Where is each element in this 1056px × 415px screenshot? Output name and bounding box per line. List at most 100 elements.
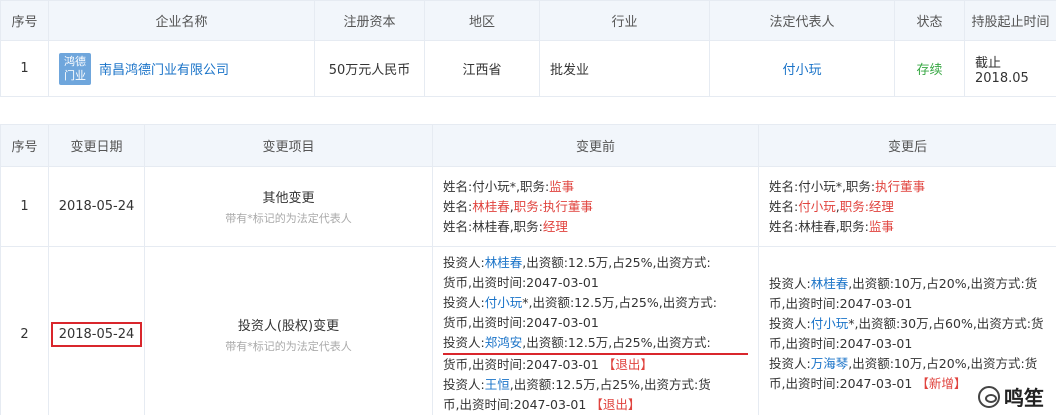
- detail-text: 姓名:付小玩*,职务:: [769, 178, 876, 194]
- highlight-text: 监事: [868, 218, 894, 234]
- investor-link[interactable]: 王恒: [485, 377, 510, 392]
- legal-rep-note: 带有*标记的为法定代表人: [225, 212, 352, 225]
- detail-text: 货币,出资时间:2047-03-01: [443, 357, 603, 372]
- detail-line: 姓名:林桂春,职务:执行董事: [443, 197, 748, 217]
- table-row: 2 2018-05-24 投资人(股权)变更 带有*标记的为法定代表人 投资人:…: [0, 246, 1056, 415]
- change-table: 序号 变更日期 变更项目 变更前 变更后 1 2018-05-24 其他变更 带…: [0, 124, 1056, 415]
- detail-text: 姓名:: [443, 198, 473, 214]
- region-value: 江西省: [424, 40, 540, 97]
- detail-text: *,出资额:12.5万,占25%,出资方式:: [522, 295, 717, 310]
- highlight-text: 职务:执行董事: [513, 198, 593, 214]
- detail-text: 付小玩*: [472, 178, 516, 194]
- detail-line: 姓名:付小玩*,职务:监事: [443, 177, 748, 197]
- detail-text: 货币,出资时间:2047-03-01: [443, 315, 599, 330]
- investor-link[interactable]: 万海琴: [811, 356, 849, 371]
- watermark: 鸣笙: [974, 382, 1048, 411]
- detail-text: 姓名:林桂春,职务:: [443, 218, 543, 234]
- detail-line: 投资人:林桂春,出资额:12.5万,占25%,出资方式:: [443, 253, 748, 273]
- after-detail: 姓名:付小玩*,职务:执行董事 姓名:付小玩,职务:经理 姓名:林桂春,职务:监事: [758, 166, 1056, 247]
- detail-text: 投资人:: [443, 377, 485, 392]
- detail-text: 币,出资时间:2047-03-01: [769, 296, 913, 311]
- detail-text: *,出资额:30万,占60%,出资方式:货: [848, 316, 1044, 331]
- col-change-date: 变更日期: [48, 124, 145, 167]
- watermark-text: 鸣笙: [1004, 386, 1044, 410]
- col-index: 序号: [0, 0, 49, 41]
- change-date-highlight: 2018-05-24: [50, 321, 143, 347]
- detail-line: 投资人:付小玩*,出资额:30万,占60%,出资方式:货: [769, 314, 1046, 334]
- detail-text: 姓名:: [769, 198, 799, 214]
- detail-line: 姓名:付小玩*,职务:执行董事: [769, 177, 1046, 197]
- row-index: 1: [0, 40, 49, 97]
- detail-text: ,职务:: [515, 178, 550, 194]
- company-table: 序号 企业名称 注册资本 地区 行业 法定代表人 状态 持股起止时间 1 鸿德门…: [0, 0, 1056, 97]
- detail-text: 投资人:: [443, 295, 485, 310]
- detail-text: ,出资额:12.5万,占25%,出资方式:: [522, 255, 711, 270]
- detail-line: 投资人:万海琴,出资额:10万,占20%,出资方式:货: [769, 354, 1046, 374]
- highlight-text: 职务:经理: [839, 198, 894, 214]
- highlight-text: 【退出】: [602, 357, 653, 372]
- investor-link[interactable]: 郑鸿安: [485, 335, 523, 350]
- detail-line: 币,出资时间:2047-03-01: [769, 334, 1046, 354]
- change-table-header: 序号 变更日期 变更项目 变更前 变更后: [0, 124, 1056, 167]
- detail-text: 货币,出资时间:2047-03-01: [443, 275, 599, 290]
- detail-text: 投资人:: [769, 356, 811, 371]
- investor-link[interactable]: 林桂春: [485, 255, 523, 270]
- change-date-cell: 2018-05-24: [48, 246, 145, 415]
- detail-line: 货币,出资时间:2047-03-01 【退出】: [443, 355, 748, 375]
- col-index: 序号: [0, 124, 49, 167]
- company-logo: 鸿德门业: [59, 52, 91, 85]
- company-table-header: 序号 企业名称 注册资本 地区 行业 法定代表人 状态 持股起止时间: [0, 0, 1056, 41]
- detail-line: 币,出资时间:2047-03-01 【退出】: [443, 395, 748, 415]
- col-before: 变更前: [432, 124, 759, 167]
- highlight-text: 执行董事: [875, 178, 926, 194]
- investor-link[interactable]: 付小玩: [485, 295, 523, 310]
- detail-line: 姓名:林桂春,职务:监事: [769, 217, 1046, 237]
- col-company-name: 企业名称: [48, 0, 315, 41]
- col-region: 地区: [424, 0, 540, 41]
- detail-line: 投资人:付小玩*,出资额:12.5万,占25%,出资方式:: [443, 293, 748, 313]
- col-industry: 行业: [539, 0, 710, 41]
- period-value: 截止 2018.05: [964, 40, 1056, 97]
- legal-rep-note: 带有*标记的为法定代表人: [225, 339, 352, 353]
- row-index: 2: [0, 246, 49, 415]
- detail-text: 币,出资时间:2047-03-01: [769, 376, 917, 391]
- detail-text: 币,出资时间:2047-03-01: [443, 397, 591, 412]
- table-row: 1 鸿德门业 南昌鸿德门业有限公司 50万元人民币 江西省 批发业 付小玩 存续 …: [0, 40, 1056, 97]
- legal-rep-link[interactable]: 付小玩: [709, 40, 895, 97]
- industry-value: 批发业: [539, 40, 710, 97]
- col-change-item: 变更项目: [144, 124, 433, 167]
- detail-text: ,出资额:10万,占20%,出资方式:货: [848, 356, 1038, 371]
- detail-text: ,出资额:10万,占20%,出资方式:货: [848, 276, 1038, 291]
- investor-link[interactable]: 付小玩: [811, 316, 849, 331]
- investor-link[interactable]: 林桂春: [811, 276, 849, 291]
- change-item-cell: 投资人(股权)变更 带有*标记的为法定代表人: [144, 246, 433, 415]
- detail-text: 姓名:: [443, 178, 473, 194]
- col-legal-rep: 法定代表人: [709, 0, 895, 41]
- detail-line: 投资人:林桂春,出资额:10万,占20%,出资方式:货: [769, 274, 1046, 294]
- detail-text: 投资人:: [443, 255, 485, 270]
- detail-text: 投资人:: [769, 276, 811, 291]
- change-date: 2018-05-24: [48, 166, 145, 247]
- col-after: 变更后: [758, 124, 1056, 167]
- col-period: 持股起止时间: [964, 0, 1056, 41]
- change-item: 投资人(股权)变更: [237, 318, 340, 334]
- table-row: 1 2018-05-24 其他变更 带有*标记的为法定代表人 姓名:付小玩*,职…: [0, 166, 1056, 247]
- highlight-text: 【退出】: [590, 397, 641, 412]
- detail-line: 投资人:郑鸿安,出资额:12.5万,占25%,出资方式:: [443, 333, 748, 355]
- detail-text: 投资人:: [769, 316, 811, 331]
- row-index: 1: [0, 166, 49, 247]
- detail-text: 投资人:: [443, 335, 485, 350]
- highlight-text: 【新增】: [916, 376, 967, 391]
- status-badge: 存续: [894, 40, 965, 97]
- col-status: 状态: [894, 0, 965, 41]
- detail-text: ,出资额:12.5万,占25%,出资方式:货: [509, 377, 711, 392]
- col-capital: 注册资本: [314, 0, 425, 41]
- highlight-text: 监事: [549, 178, 575, 194]
- detail-line: 姓名:林桂春,职务:经理: [443, 217, 748, 237]
- highlight-text: 经理: [542, 218, 568, 234]
- detail-line: 货币,出资时间:2047-03-01: [443, 273, 748, 293]
- company-name-link[interactable]: 南昌鸿德门业有限公司: [99, 63, 229, 78]
- detail-line: 姓名:付小玩,职务:经理: [769, 197, 1046, 217]
- change-item-cell: 其他变更 带有*标记的为法定代表人: [144, 166, 433, 247]
- before-detail: 姓名:付小玩*,职务:监事 姓名:林桂春,职务:执行董事 姓名:林桂春,职务:经理: [432, 166, 759, 247]
